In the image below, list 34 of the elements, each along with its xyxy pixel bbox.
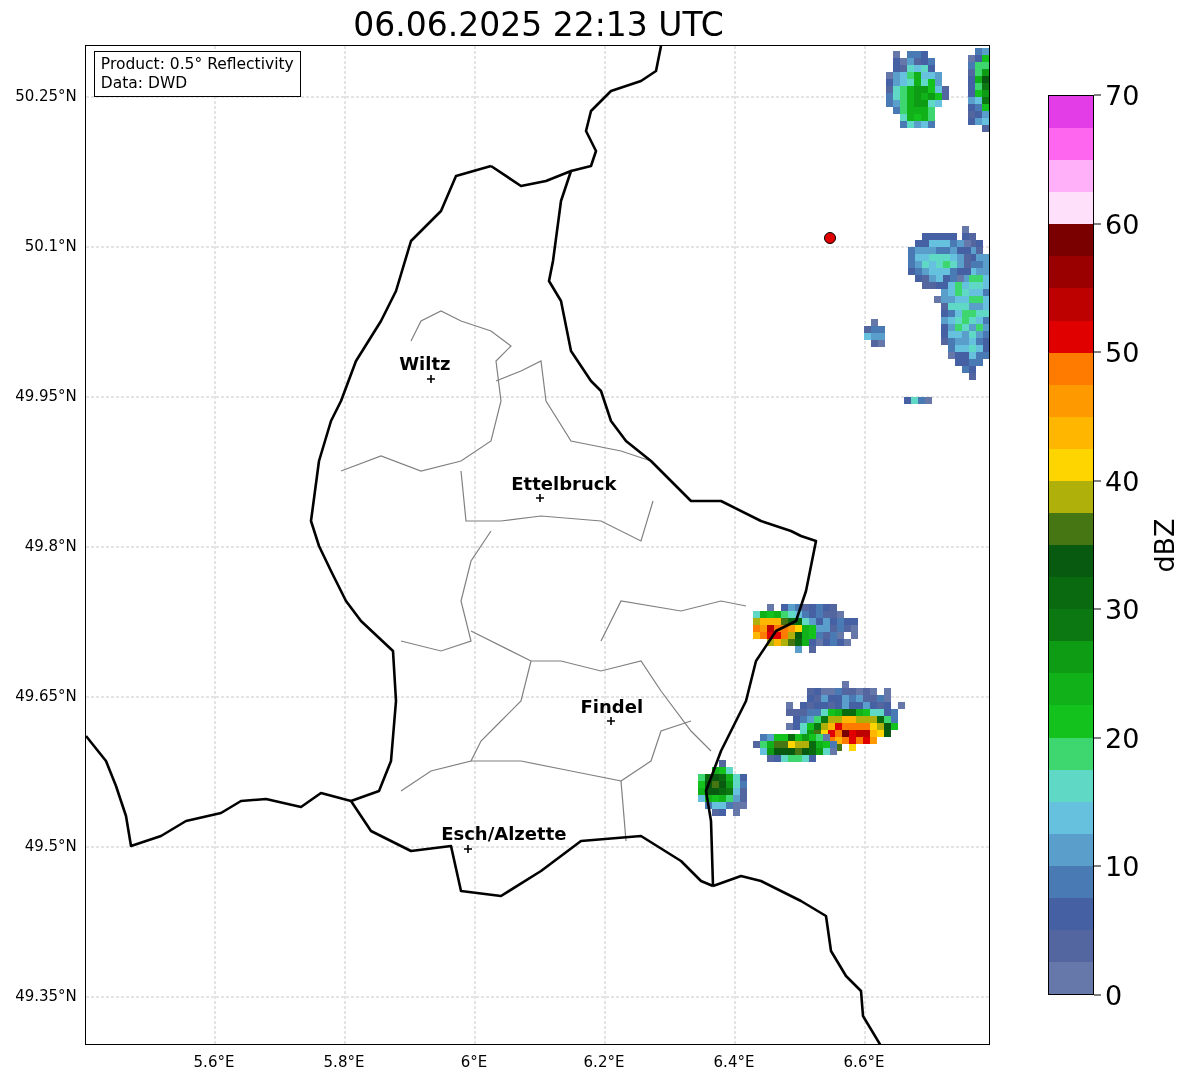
latitude-label: 49.65°N bbox=[15, 687, 77, 705]
colorbar-tick-label: 10 bbox=[1094, 850, 1140, 882]
longitude-label: 5.6°E bbox=[193, 1053, 235, 1071]
city-label: Ettelbruck bbox=[511, 472, 617, 494]
legend-text: Product: 0.5° Reflectivity bbox=[100, 55, 294, 74]
longitude-label: 6.4°E bbox=[713, 1053, 755, 1071]
radar-site-marker bbox=[823, 232, 836, 244]
colorbar-tick-label: 60 bbox=[1094, 208, 1140, 240]
city-marker-icon bbox=[606, 716, 616, 726]
colorbar-tick-label: 70 bbox=[1094, 79, 1140, 111]
city-marker-icon bbox=[535, 493, 545, 503]
city-label: Findel bbox=[580, 695, 644, 717]
legend-text: Data: DWD bbox=[100, 73, 189, 93]
chart-title: 06.06.2025 22:13 UTC bbox=[353, 6, 724, 43]
colorbar-tick-label: 0 bbox=[1094, 979, 1123, 1011]
latitude-label: 49.5°N bbox=[24, 837, 77, 855]
colorbar-label: dBZ bbox=[1148, 517, 1180, 573]
latitude-label: 49.8°N bbox=[24, 537, 77, 555]
city-label: Wiltz bbox=[399, 352, 451, 374]
city-marker-icon bbox=[426, 374, 436, 384]
latitude-label: 50.25°N bbox=[15, 87, 77, 105]
latitude-label: 49.95°N bbox=[15, 387, 77, 405]
longitude-label: 6.6°E bbox=[843, 1053, 885, 1071]
city-label: Esch/Alzette bbox=[441, 822, 567, 844]
longitude-label: 5.8°E bbox=[323, 1053, 365, 1071]
city-marker-icon bbox=[463, 844, 473, 854]
latitude-label: 50.1°N bbox=[24, 237, 77, 255]
latitude-label: 49.35°N bbox=[15, 987, 77, 1005]
colorbar-tick-label: 40 bbox=[1094, 465, 1140, 497]
longitude-label: 6°E bbox=[460, 1053, 488, 1071]
colorbar-tick-label: 20 bbox=[1094, 722, 1140, 754]
colorbar-tick-label: 30 bbox=[1094, 593, 1140, 625]
longitude-label: 6.2°E bbox=[583, 1053, 625, 1071]
colorbar-tick-label: 50 bbox=[1094, 336, 1140, 368]
